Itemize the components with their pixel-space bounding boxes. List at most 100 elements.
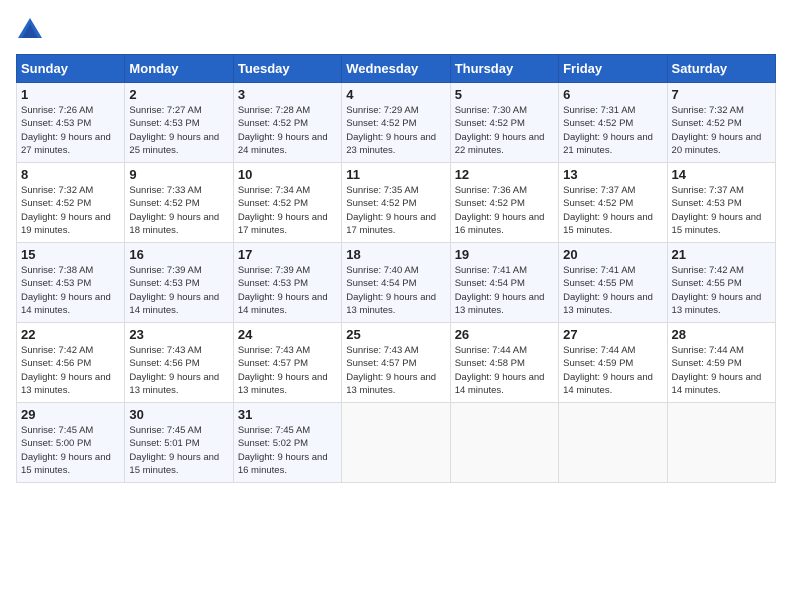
day-info: Sunrise: 7:42 AMSunset: 4:56 PMDaylight:…: [21, 344, 120, 397]
day-info: Sunrise: 7:43 AMSunset: 4:57 PMDaylight:…: [346, 344, 445, 397]
calendar-cell: 5 Sunrise: 7:30 AMSunset: 4:52 PMDaylight…: [450, 83, 558, 163]
day-number: 26: [455, 327, 554, 342]
calendar-cell: 7 Sunrise: 7:32 AMSunset: 4:52 PMDaylight…: [667, 83, 775, 163]
header-tuesday: Tuesday: [233, 55, 341, 83]
day-number: 7: [672, 87, 771, 102]
calendar-cell: [450, 403, 558, 483]
day-number: 8: [21, 167, 120, 182]
calendar-cell: 15 Sunrise: 7:38 AMSunset: 4:53 PMDayligh…: [17, 243, 125, 323]
page-header: [16, 16, 776, 44]
day-number: 19: [455, 247, 554, 262]
day-number: 5: [455, 87, 554, 102]
calendar-cell: 6 Sunrise: 7:31 AMSunset: 4:52 PMDaylight…: [559, 83, 667, 163]
day-number: 28: [672, 327, 771, 342]
day-number: 3: [238, 87, 337, 102]
day-number: 14: [672, 167, 771, 182]
day-number: 22: [21, 327, 120, 342]
day-info: Sunrise: 7:45 AMSunset: 5:00 PMDaylight:…: [21, 424, 120, 477]
day-number: 12: [455, 167, 554, 182]
day-number: 6: [563, 87, 662, 102]
day-number: 11: [346, 167, 445, 182]
day-number: 1: [21, 87, 120, 102]
calendar-header-row: SundayMondayTuesdayWednesdayThursdayFrid…: [17, 55, 776, 83]
calendar-cell: 10 Sunrise: 7:34 AMSunset: 4:52 PMDayligh…: [233, 163, 341, 243]
calendar-cell: 29 Sunrise: 7:45 AMSunset: 5:00 PMDayligh…: [17, 403, 125, 483]
day-info: Sunrise: 7:43 AMSunset: 4:56 PMDaylight:…: [129, 344, 228, 397]
logo-icon: [16, 16, 44, 44]
day-info: Sunrise: 7:45 AMSunset: 5:01 PMDaylight:…: [129, 424, 228, 477]
day-number: 25: [346, 327, 445, 342]
calendar-cell: 25 Sunrise: 7:43 AMSunset: 4:57 PMDayligh…: [342, 323, 450, 403]
day-number: 13: [563, 167, 662, 182]
day-number: 30: [129, 407, 228, 422]
calendar-cell: 14 Sunrise: 7:37 AMSunset: 4:53 PMDayligh…: [667, 163, 775, 243]
day-info: Sunrise: 7:41 AMSunset: 4:54 PMDaylight:…: [455, 264, 554, 317]
day-info: Sunrise: 7:42 AMSunset: 4:55 PMDaylight:…: [672, 264, 771, 317]
day-number: 20: [563, 247, 662, 262]
day-number: 27: [563, 327, 662, 342]
calendar-cell: 13 Sunrise: 7:37 AMSunset: 4:52 PMDayligh…: [559, 163, 667, 243]
day-number: 24: [238, 327, 337, 342]
calendar-cell: 31Sunrise: 7:45 AMSunset: 5:02 PMDayligh…: [233, 403, 341, 483]
day-info: Sunrise: 7:39 AMSunset: 4:53 PMDaylight:…: [238, 264, 337, 317]
day-number: 29: [21, 407, 120, 422]
day-number: 2: [129, 87, 228, 102]
calendar-week-row: 1 Sunrise: 7:26 AMSunset: 4:53 PMDaylight…: [17, 83, 776, 163]
day-info: Sunrise: 7:32 AMSunset: 4:52 PMDaylight:…: [21, 184, 120, 237]
day-info: Sunrise: 7:35 AMSunset: 4:52 PMDaylight:…: [346, 184, 445, 237]
day-info: Sunrise: 7:37 AMSunset: 4:52 PMDaylight:…: [563, 184, 662, 237]
calendar-cell: 26 Sunrise: 7:44 AMSunset: 4:58 PMDayligh…: [450, 323, 558, 403]
day-info: Sunrise: 7:44 AMSunset: 4:58 PMDaylight:…: [455, 344, 554, 397]
day-info: Sunrise: 7:45 AMSunset: 5:02 PMDaylight:…: [238, 424, 337, 477]
day-number: 9: [129, 167, 228, 182]
day-info: Sunrise: 7:33 AMSunset: 4:52 PMDaylight:…: [129, 184, 228, 237]
calendar-cell: 8 Sunrise: 7:32 AMSunset: 4:52 PMDaylight…: [17, 163, 125, 243]
header-monday: Monday: [125, 55, 233, 83]
day-info: Sunrise: 7:28 AMSunset: 4:52 PMDaylight:…: [238, 104, 337, 157]
calendar-week-row: 15 Sunrise: 7:38 AMSunset: 4:53 PMDayligh…: [17, 243, 776, 323]
calendar-cell: 24 Sunrise: 7:43 AMSunset: 4:57 PMDayligh…: [233, 323, 341, 403]
calendar-table: SundayMondayTuesdayWednesdayThursdayFrid…: [16, 54, 776, 483]
day-number: 10: [238, 167, 337, 182]
day-info: Sunrise: 7:38 AMSunset: 4:53 PMDaylight:…: [21, 264, 120, 317]
day-info: Sunrise: 7:27 AMSunset: 4:53 PMDaylight:…: [129, 104, 228, 157]
day-number: 17: [238, 247, 337, 262]
header-saturday: Saturday: [667, 55, 775, 83]
calendar-week-row: 29 Sunrise: 7:45 AMSunset: 5:00 PMDayligh…: [17, 403, 776, 483]
day-number: 15: [21, 247, 120, 262]
calendar-cell: 28 Sunrise: 7:44 AMSunset: 4:59 PMDayligh…: [667, 323, 775, 403]
day-info: Sunrise: 7:37 AMSunset: 4:53 PMDaylight:…: [672, 184, 771, 237]
day-info: Sunrise: 7:43 AMSunset: 4:57 PMDaylight:…: [238, 344, 337, 397]
day-number: 21: [672, 247, 771, 262]
header-thursday: Thursday: [450, 55, 558, 83]
day-info: Sunrise: 7:39 AMSunset: 4:53 PMDaylight:…: [129, 264, 228, 317]
calendar-cell: 20 Sunrise: 7:41 AMSunset: 4:55 PMDayligh…: [559, 243, 667, 323]
day-info: Sunrise: 7:32 AMSunset: 4:52 PMDaylight:…: [672, 104, 771, 157]
calendar-cell: 17 Sunrise: 7:39 AMSunset: 4:53 PMDayligh…: [233, 243, 341, 323]
calendar-cell: 12Sunrise: 7:36 AMSunset: 4:52 PMDayligh…: [450, 163, 558, 243]
header-friday: Friday: [559, 55, 667, 83]
calendar-cell: 23 Sunrise: 7:43 AMSunset: 4:56 PMDayligh…: [125, 323, 233, 403]
calendar-cell: 27 Sunrise: 7:44 AMSunset: 4:59 PMDayligh…: [559, 323, 667, 403]
day-info: Sunrise: 7:29 AMSunset: 4:52 PMDaylight:…: [346, 104, 445, 157]
calendar-cell: 1 Sunrise: 7:26 AMSunset: 4:53 PMDaylight…: [17, 83, 125, 163]
day-number: 16: [129, 247, 228, 262]
day-info: Sunrise: 7:40 AMSunset: 4:54 PMDaylight:…: [346, 264, 445, 317]
day-info: Sunrise: 7:34 AMSunset: 4:52 PMDaylight:…: [238, 184, 337, 237]
day-info: Sunrise: 7:44 AMSunset: 4:59 PMDaylight:…: [563, 344, 662, 397]
day-info: Sunrise: 7:41 AMSunset: 4:55 PMDaylight:…: [563, 264, 662, 317]
day-number: 23: [129, 327, 228, 342]
header-wednesday: Wednesday: [342, 55, 450, 83]
day-info: Sunrise: 7:31 AMSunset: 4:52 PMDaylight:…: [563, 104, 662, 157]
calendar-cell: [342, 403, 450, 483]
calendar-cell: 3 Sunrise: 7:28 AMSunset: 4:52 PMDaylight…: [233, 83, 341, 163]
calendar-cell: 18 Sunrise: 7:40 AMSunset: 4:54 PMDayligh…: [342, 243, 450, 323]
day-number: 4: [346, 87, 445, 102]
calendar-cell: 22 Sunrise: 7:42 AMSunset: 4:56 PMDayligh…: [17, 323, 125, 403]
day-info: Sunrise: 7:26 AMSunset: 4:53 PMDaylight:…: [21, 104, 120, 157]
day-info: Sunrise: 7:30 AMSunset: 4:52 PMDaylight:…: [455, 104, 554, 157]
day-number: 18: [346, 247, 445, 262]
calendar-cell: 30 Sunrise: 7:45 AMSunset: 5:01 PMDayligh…: [125, 403, 233, 483]
calendar-week-row: 22 Sunrise: 7:42 AMSunset: 4:56 PMDayligh…: [17, 323, 776, 403]
day-info: Sunrise: 7:44 AMSunset: 4:59 PMDaylight:…: [672, 344, 771, 397]
